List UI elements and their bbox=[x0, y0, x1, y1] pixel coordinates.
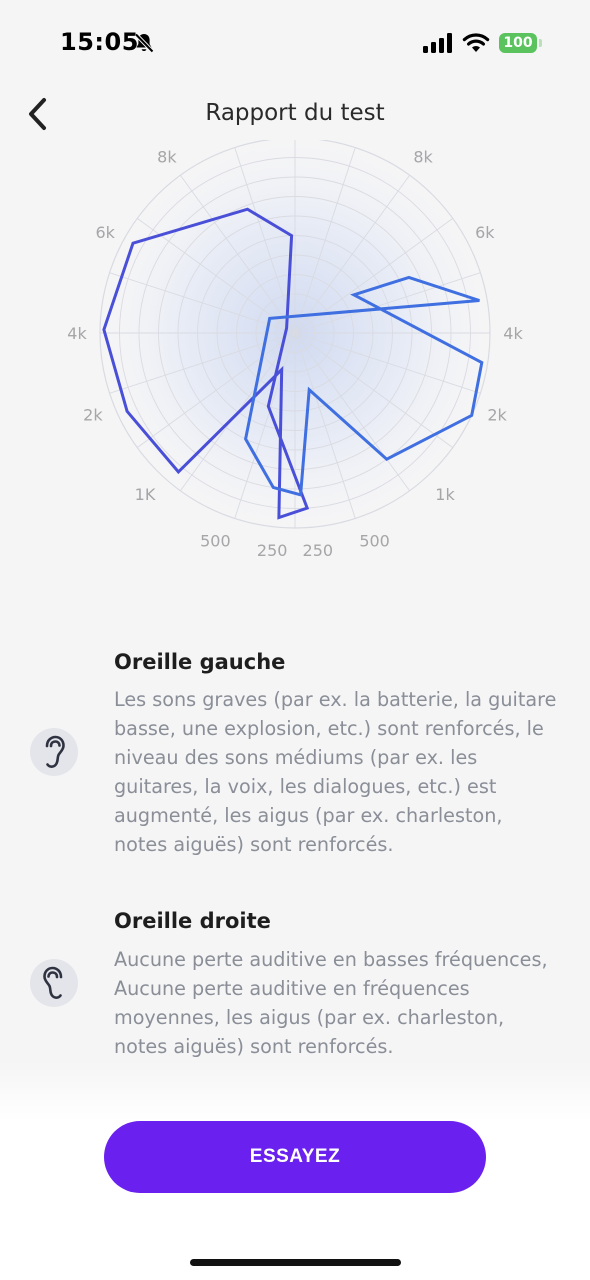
left-ear-icon bbox=[45, 735, 65, 768]
right-ear-icon bbox=[43, 966, 63, 999]
radar-label-left: 8k bbox=[157, 148, 177, 167]
right-ear-section: Oreille droite Aucune perte auditive en … bbox=[0, 907, 590, 1067]
text-line: augmenté, les aigus (par ex. charleston, bbox=[114, 804, 503, 827]
radar-label-right: 1k bbox=[435, 485, 455, 504]
wifi-icon bbox=[462, 33, 490, 52]
cellular-signal-icon bbox=[423, 33, 452, 53]
text-line: Les sons graves (par ex. la batterie, la… bbox=[114, 688, 557, 711]
screen: 15:05 100 Rapport du test 8k 6k 4k 2k 1k… bbox=[0, 0, 590, 1280]
status-time: 15:05 bbox=[60, 28, 139, 56]
bell-slash-icon bbox=[134, 33, 154, 53]
radar-label-left: 6k bbox=[95, 223, 115, 242]
radar-label-left: 500 bbox=[200, 531, 231, 550]
battery-icon: 100 bbox=[499, 33, 537, 53]
home-indicator bbox=[190, 1259, 401, 1266]
page-title: Rapport du test bbox=[205, 100, 385, 126]
text-line: Aucune perte auditive en fréquences bbox=[114, 977, 470, 1000]
radar-label-left: 4k bbox=[67, 324, 87, 343]
left-ear-description: Les sons graves (par ex. la batterie, la… bbox=[114, 685, 566, 859]
radar-label-left: 1K bbox=[135, 485, 156, 504]
text-line: Aucune perte auditive en basses fréquenc… bbox=[114, 948, 548, 971]
radar-label-right: 8k bbox=[413, 148, 433, 167]
right-ear-title: Oreille droite bbox=[114, 909, 271, 933]
text-line: guitares, la voix, les dialogues, etc.) … bbox=[114, 775, 497, 798]
radar-label-right: 250 bbox=[303, 541, 334, 560]
text-line: basse, une explosion, etc.) sont renforc… bbox=[114, 717, 544, 740]
radar-chart-svg: 10k8k6k4k2k1k50025010k8k6k4k2k1K500250 bbox=[67, 140, 523, 560]
left-ear-section: Oreille gauche Les sons graves (par ex. … bbox=[0, 648, 590, 868]
radar-label-right: 6k bbox=[475, 223, 495, 242]
text-line: moyennes, les aigus (par ex. charleston, bbox=[114, 1006, 505, 1029]
radar-label-left: 250 bbox=[257, 541, 288, 560]
left-ear-title: Oreille gauche bbox=[114, 650, 286, 674]
radar-label-right: 2k bbox=[487, 406, 507, 425]
battery-tip bbox=[539, 39, 542, 47]
text-line: notes aiguës) sont renforcés. bbox=[114, 1035, 394, 1058]
radar-label-right: 4k bbox=[503, 324, 523, 343]
text-line: notes aiguës) sont renforcés. bbox=[114, 833, 394, 856]
radar-label-right: 500 bbox=[359, 531, 390, 550]
right-ear-description: Aucune perte auditive en basses fréquenc… bbox=[114, 945, 566, 1061]
right-ear-icon-badge bbox=[30, 959, 78, 1007]
radar-label-left: 2k bbox=[83, 406, 103, 425]
hearing-radar-chart: 10k8k6k4k2k1k50025010k8k6k4k2k1K500250 bbox=[0, 140, 590, 580]
status-bar: 15:05 100 bbox=[0, 0, 590, 88]
left-ear-icon-badge bbox=[30, 728, 78, 776]
text-line: niveau des sons médiums (par ex. les bbox=[114, 746, 478, 769]
try-button[interactable]: ESSAYEZ bbox=[104, 1121, 486, 1193]
